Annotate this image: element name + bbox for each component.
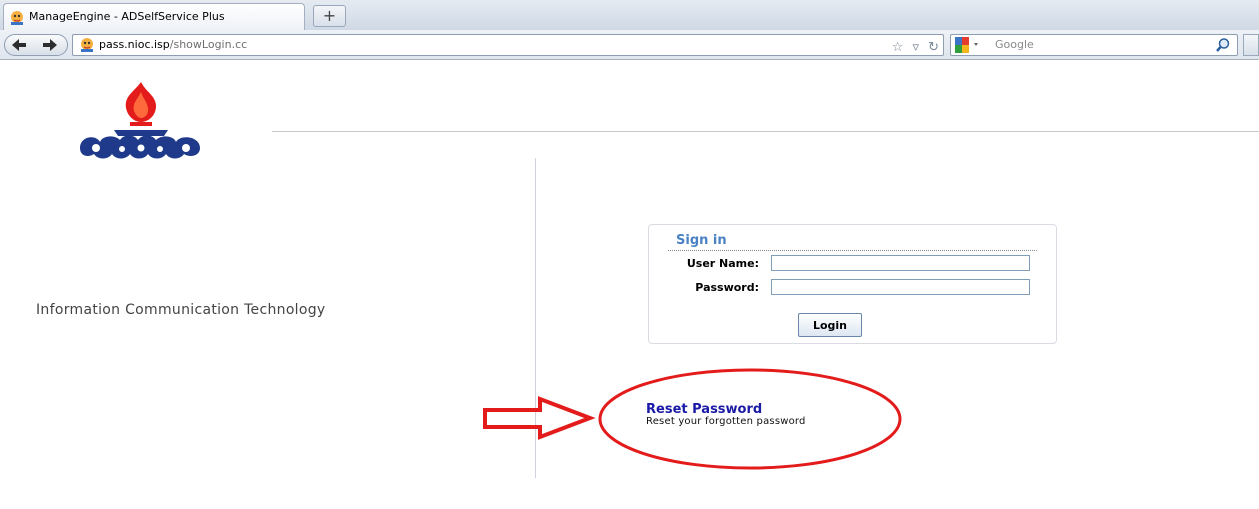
signin-divider [668,250,1037,251]
tab-title: ManageEngine - ADSelfService Plus [29,10,225,23]
username-label: User Name: [686,257,759,270]
search-placeholder: Google [995,38,1034,51]
organization-name: Information Communication Technology [36,302,326,318]
browser-tab[interactable]: ManageEngine - ADSelfService Plus [3,3,305,30]
password-label: Password: [695,281,759,294]
address-bar[interactable]: pass.nioc.isp/showLogin.cc ☆ ▿ ↻ [72,34,944,56]
back-arrow-icon[interactable] [8,36,30,54]
dropdown-icon[interactable]: ▿ [912,40,919,55]
login-panel: Sign in User Name: Password: Login [648,224,1057,344]
toolbar-overflow-button[interactable] [1243,34,1259,56]
new-tab-button[interactable]: + [313,5,346,27]
site-favicon-icon [81,38,93,52]
url-path: /showLogin.cc [169,38,248,51]
header-rule [272,131,1259,132]
flame-logo-icon [80,82,200,159]
app-favicon-icon [11,11,23,25]
tab-bar: ManageEngine - ADSelfService Plus + [0,0,1259,30]
google-icon[interactable] [955,37,983,53]
login-button[interactable]: Login [798,313,862,337]
annotation-arrow-icon [483,396,596,440]
magnifier-icon[interactable] [1215,37,1231,53]
bookmark-star-icon[interactable]: ☆ [892,40,904,55]
signin-title: Sign in [676,233,727,248]
forward-arrow-icon[interactable] [39,36,61,54]
reload-icon[interactable]: ↻ [928,40,939,55]
url-text: pass.nioc.isp/showLogin.cc [99,38,247,51]
history-buttons [4,34,68,56]
username-field[interactable] [771,255,1030,271]
navigation-toolbar: pass.nioc.isp/showLogin.cc ☆ ▿ ↻ Google [0,30,1259,60]
url-host: pass.nioc.isp [99,38,170,51]
reset-password-description: Reset your forgotten password [646,416,806,427]
vertical-divider [535,158,536,478]
reset-password-link[interactable]: Reset Password [646,402,762,417]
annotation-overlay [483,368,902,470]
search-bar[interactable]: Google [950,34,1238,56]
password-field[interactable] [771,279,1030,295]
address-bar-icons: ☆ ▿ ↻ [888,37,939,55]
